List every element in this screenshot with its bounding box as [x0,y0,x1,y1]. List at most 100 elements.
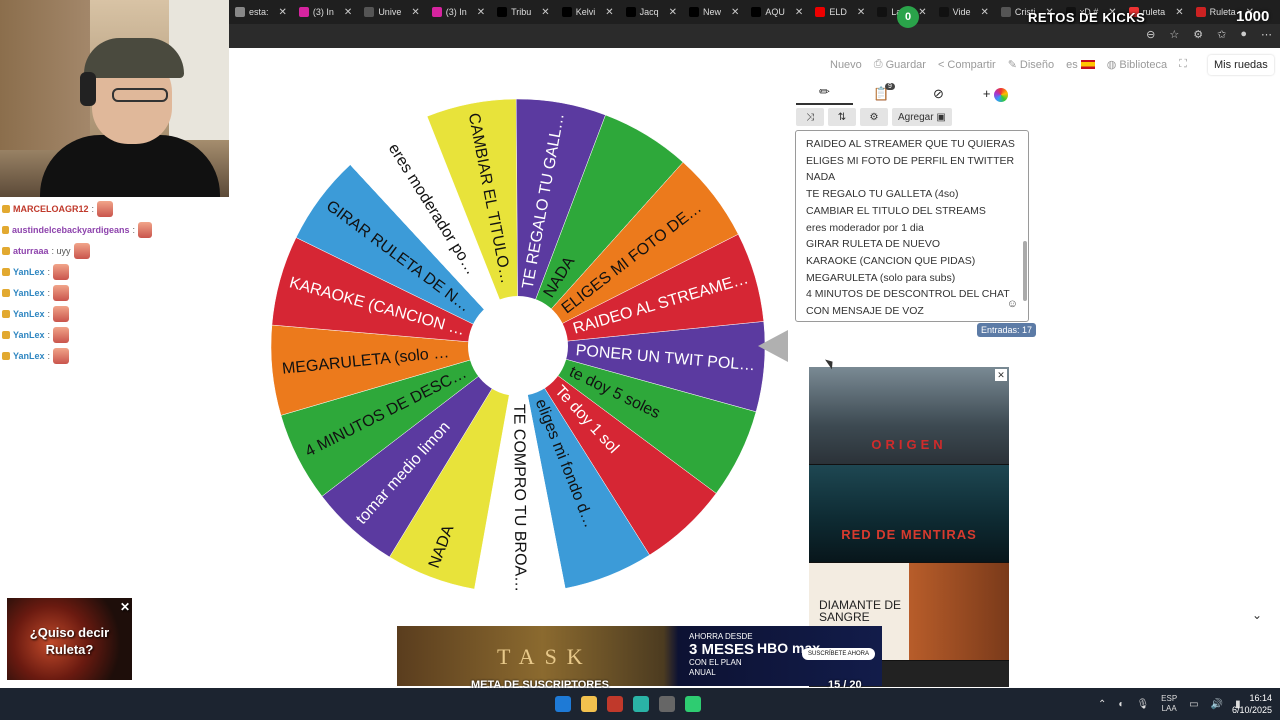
ad-subscribe-button[interactable]: SUSCRÍBETE AHORA [802,648,876,660]
bookmark-star-icon[interactable]: ☆ [1169,28,1179,41]
movie-poster-red-de-mentiras[interactable]: RED DE MENTIRAS [809,465,1009,563]
hbo-bottom-ad[interactable]: TASK AHORRA DESDE 3 MESES CON EL PLAN AN… [397,626,882,686]
app-icon[interactable] [685,696,701,712]
emote-icon [53,326,70,343]
browser-tab[interactable]: (3) In ✕ [426,0,491,24]
chat-username[interactable]: austindelcebackyardigeans [12,225,130,235]
webcam-glasses [112,88,168,102]
mis-ruedas-button[interactable]: Mis ruedas [1208,55,1274,75]
webcam-shirt [40,135,220,197]
chat-username[interactable]: YanLex [13,309,45,319]
tab-label: esta: [249,7,269,17]
webcam-cap [84,38,184,78]
tab-label: Unive [378,7,402,17]
browser-tab[interactable]: Vide ✕ [933,0,995,24]
browser-tab[interactable]: AQU ✕ [745,0,809,24]
profile-icon[interactable]: ● [1240,28,1247,41]
emote-icon [138,221,152,238]
settings-button[interactable]: ⚙ [860,108,888,126]
ad-close-icon[interactable]: ✕ [995,369,1007,381]
tab-label: Kelvi [575,7,596,17]
chat-username[interactable]: MARCELOAGR12 [13,204,89,214]
browser-tab[interactable]: Unive ✕ [358,0,425,24]
emoji-icon[interactable]: ☺ [1007,296,1018,313]
app-icon[interactable] [659,696,675,712]
tab-close-icon[interactable]: ✕ [279,7,287,18]
tab-close-icon[interactable]: ✕ [605,7,613,18]
wheel-graphic[interactable]: PONER UN TWIT POL…te doy 5 solesTe doy 1… [266,94,770,598]
windows-taskbar: ⌃ ◐ 🎙 ESP LAA ▭ 🔊 ▮ 16:14 6/10/2025 [0,688,1280,720]
network-icon[interactable]: ▭ [1189,699,1198,710]
tab-close-icon[interactable]: ✕ [857,7,865,18]
compartir-button[interactable]: < Compartir [938,59,996,71]
chat-badge-icon [2,204,10,213]
results-badge: 9 [885,83,895,90]
guardar-button[interactable]: ⎙ Guardar [874,58,926,71]
browser-tab[interactable]: Jacq ✕ [620,0,683,24]
fullscreen-icon[interactable]: ⛶ [1179,58,1187,71]
movie-poster-origen[interactable]: ORIGEN [809,367,1009,465]
diseno-button[interactable]: ✎ Diseño [1008,58,1054,72]
entry-line: CON MENSAJE DE VOZ [806,305,924,318]
panel-tabs: ✏ 📋 9 ⊘ + [796,82,1026,106]
wheel-center-hub[interactable] [468,296,568,396]
browser-tab[interactable]: esta: ✕ [229,0,293,24]
tab-results[interactable]: 📋 9 [853,83,910,102]
agregar-image-button[interactable]: Agregar ▣ [892,108,952,126]
chat-username[interactable]: YanLex [13,351,45,361]
compartir-label: Compartir [947,58,996,71]
browser-tab[interactable]: Tribu ✕ [491,0,556,24]
tab-close-icon[interactable]: ✕ [411,7,419,18]
language-indicator[interactable]: ESP LAA [1161,694,1177,714]
nuevo-button[interactable]: Nuevo [830,59,862,71]
tab-hidden[interactable]: ⊘ [910,86,967,102]
chat-username[interactable]: YanLex [13,330,45,340]
tab-close-icon[interactable]: ✕ [918,7,926,18]
more-menu-icon[interactable]: ⋯ [1261,28,1272,41]
tab-close-icon[interactable]: ✕ [669,7,677,18]
language-selector[interactable]: es [1066,59,1095,71]
tab-add-wheel[interactable]: + [967,86,1024,102]
entry-line: eres moderador por 1 dia [806,221,924,234]
chat-message: aturraaa: uyy [2,240,152,261]
close-icon[interactable]: ✕ [120,599,130,616]
sort-button[interactable]: ⇅ [828,108,856,126]
tab-close-icon[interactable]: ✕ [795,7,803,18]
biblioteca-button[interactable]: ◍ Biblioteca [1107,58,1167,72]
chat-text: : [91,203,95,214]
app-tray-icon[interactable]: ◐ [1118,699,1124,710]
chevron-down-icon[interactable]: ⌄ [1252,608,1262,622]
browser-tab[interactable]: New ✕ [683,0,745,24]
volume-icon[interactable]: 🔊 [1211,699,1223,710]
chat-username[interactable]: aturraaa [13,246,49,256]
chevron-up-icon[interactable]: ⌃ [1098,699,1106,710]
favorites-icon[interactable]: ✩ [1217,28,1226,41]
tab-close-icon[interactable]: ✕ [1175,7,1183,18]
entries-textarea[interactable]: ☺ RAIDEO AL STREAMER QUE TU QUIERAS ELIGE… [795,130,1029,322]
extensions-icon[interactable]: ⚙ [1193,28,1203,41]
edge-icon[interactable] [633,696,649,712]
quiso-line-1: ¿Quiso decir [29,625,110,640]
windows-start-icon[interactable] [555,696,571,712]
tab-close-icon[interactable]: ✕ [541,7,549,18]
browser-tab[interactable]: (3) In ✕ [293,0,358,24]
reader-icon[interactable]: ⊖ [1146,28,1155,41]
system-clock[interactable]: 16:14 6/10/2025 [1226,692,1272,716]
file-explorer-icon[interactable] [581,696,597,712]
tab-close-icon[interactable]: ✕ [344,7,352,18]
tab-edit[interactable]: ✏ [796,84,853,105]
tab-close-icon[interactable]: ✕ [731,7,739,18]
tab-favicon-icon [877,7,888,17]
spin-wheel[interactable]: PONER UN TWIT POL… te doy 5 soles Te doy 1… [266,94,770,598]
entries-scrollbar[interactable] [1023,241,1027,301]
headset-icon [80,72,96,106]
tab-close-icon[interactable]: ✕ [980,7,988,18]
microphone-icon[interactable]: 🎙 [1136,699,1149,710]
browser-tab[interactable]: ELD ✕ [809,0,871,24]
app-icon[interactable] [607,696,623,712]
tab-close-icon[interactable]: ✕ [477,7,485,18]
chat-username[interactable]: YanLex [13,288,45,298]
chat-username[interactable]: YanLex [13,267,45,277]
browser-tab[interactable]: Kelvi ✕ [556,0,620,24]
shuffle-button[interactable]: ⤨ [796,108,824,126]
